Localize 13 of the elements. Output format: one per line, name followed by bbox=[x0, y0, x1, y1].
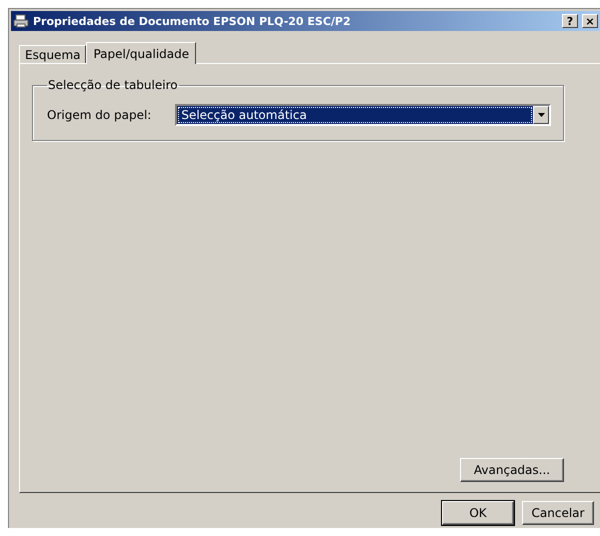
dropdown-arrow-icon bbox=[538, 113, 544, 117]
tab[interactable]: Papel/qualidade bbox=[86, 42, 196, 64]
group-title: Selecção de tabuleiro bbox=[47, 78, 179, 92]
paper-source-dropdown[interactable]: Selecção automática bbox=[175, 104, 551, 126]
help-button[interactable]: ? bbox=[562, 14, 578, 28]
printer-icon bbox=[13, 13, 29, 29]
ok-button[interactable]: OK bbox=[442, 501, 514, 525]
tab[interactable]: Esquema bbox=[19, 45, 86, 63]
advanced-button[interactable]: Avançadas... bbox=[460, 458, 564, 482]
close-button[interactable]: × bbox=[582, 14, 598, 28]
cancel-button[interactable]: Cancelar bbox=[522, 501, 594, 525]
window-title: Propriedades de Documento EPSON PLQ-20 ESC/P2 bbox=[33, 14, 352, 28]
field-label: Origem do papel: bbox=[47, 108, 152, 122]
